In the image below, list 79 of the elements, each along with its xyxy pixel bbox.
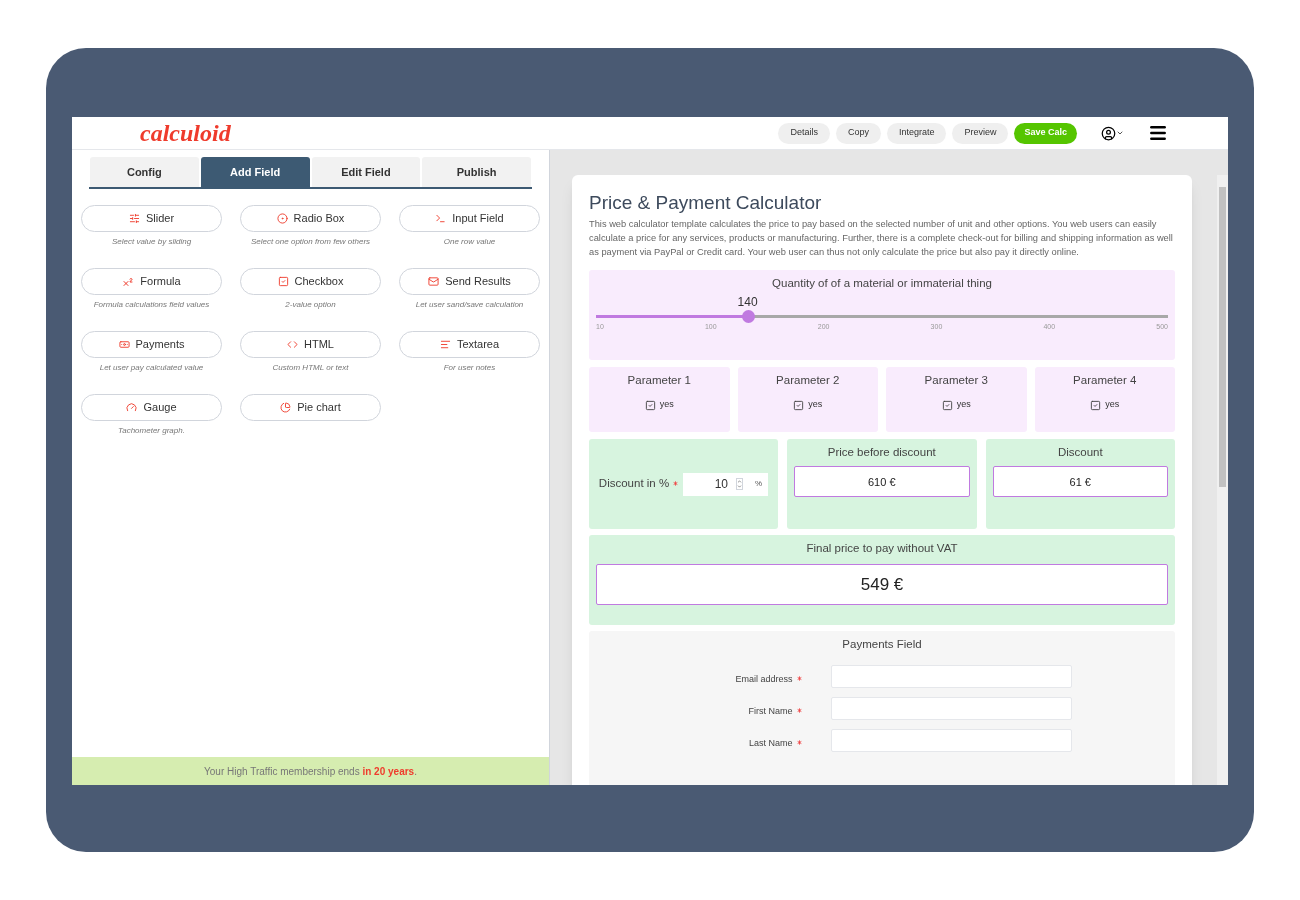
banknote-icon [118,339,130,350]
payment-label: Last Name [722,736,803,751]
logo[interactable]: calculoid [140,121,231,145]
field-description: 2-value option [285,299,336,311]
payment-input[interactable] [830,665,1072,689]
user-icon[interactable] [1101,125,1116,141]
payment-label: First Name [722,704,803,719]
field-description: For user notes [443,362,496,374]
header-button[interactable]: Preview [952,122,1009,144]
header-button[interactable]: Details [778,122,830,144]
add-field-button[interactable]: Formula [81,268,222,295]
checkbox[interactable] [644,399,656,411]
slider-label: Quantity of of a material or immaterial thing [772,276,992,291]
pie-chart-icon [280,402,292,413]
envelope-icon [428,276,440,287]
field-description: Formula calculations field values [93,299,210,311]
sliders-icon [128,213,140,224]
add-field-button[interactable]: Input Field [399,205,540,232]
field-description: Let user pay calculated value [99,362,204,374]
final-price-field: 549 € [596,564,1168,606]
scrollbar[interactable] [1217,175,1228,785]
slider-value: 140 [737,294,758,312]
checkbox-label: yes [956,398,971,412]
menu-icon[interactable] [1148,123,1168,143]
superscript-icon [122,275,135,288]
add-field-button[interactable]: Checkbox [240,268,381,295]
tab[interactable]: Config [90,157,199,187]
field-description: Let user sand/save calculation [415,299,524,311]
field-description: Select one option from few others [250,236,371,248]
caret-icon[interactable] [1116,129,1124,137]
checkbox-icon [277,276,289,287]
checkbox[interactable] [941,399,953,411]
parameter-label: Parameter 3 [924,373,988,388]
lines-icon [439,339,451,350]
discount-input[interactable]: 10 % [683,472,769,496]
final-price-label: Final price to pay without VAT [806,541,958,556]
add-field-button[interactable]: Gauge [81,394,222,421]
code-icon [287,339,298,350]
membership-notice: Your High Traffic membership ends in 20 years. [72,757,549,785]
checkbox-label: yes [1105,398,1120,412]
tab[interactable]: Edit Field [311,157,421,187]
calculator-title: Price & Payment Calculator [589,191,823,215]
terminal-icon [435,213,447,224]
add-field-button[interactable]: Send Results [399,268,540,295]
gauge-icon [126,402,138,413]
payments-title: Payments Field [842,637,922,652]
calculator-description: This web calculator template calculates the price to pay based on the selected number of unit and other options. You web users can easily calculate a price for any services, products or manufacturing. Further, there is a complete check-out for billing and shipping information as well as payment via PayPal or Credit card. Your web user can thus not only calculate the price but also pay it directly online. [589,218,1174,259]
checkbox[interactable] [793,399,805,411]
parameter-label: Parameter 1 [627,373,691,388]
add-field-button[interactable]: Textarea [399,331,540,358]
tab[interactable]: Publish [422,157,531,187]
parameter-label: Parameter 2 [776,373,840,388]
field-description: One row value [443,236,496,248]
header-button[interactable]: Integrate [886,122,947,144]
payment-input[interactable] [830,729,1072,753]
tab[interactable]: Add Field [200,157,310,187]
payment-input[interactable] [830,697,1072,721]
field-description: Tachometer graph. [118,425,185,437]
parameter-label: Parameter 4 [1073,373,1137,388]
add-field-button[interactable]: Pie chart [240,394,381,421]
add-field-button[interactable]: Slider [81,205,222,232]
result-field: 610 € [794,466,970,498]
field-description: Custom HTML or text [272,362,349,374]
header-button[interactable]: Copy [835,122,881,144]
unit-label: % [755,478,763,490]
add-field-button[interactable]: HTML [240,331,381,358]
checkbox-label: yes [808,398,823,412]
result-label: Discount [1057,445,1103,460]
slider-thumb[interactable] [741,310,755,324]
result-field: 61 € [992,466,1168,498]
field-description: Select value by sliding [111,236,192,248]
checkbox[interactable] [1090,399,1102,411]
radio-icon [276,213,288,224]
discount-label: Discount in % [598,475,680,493]
checkbox-label: yes [659,398,674,412]
result-label: Price before discount [827,445,936,460]
payment-label: Email address [722,672,803,687]
add-field-button[interactable]: Radio Box [240,205,381,232]
add-field-button[interactable]: Payments [81,331,222,358]
